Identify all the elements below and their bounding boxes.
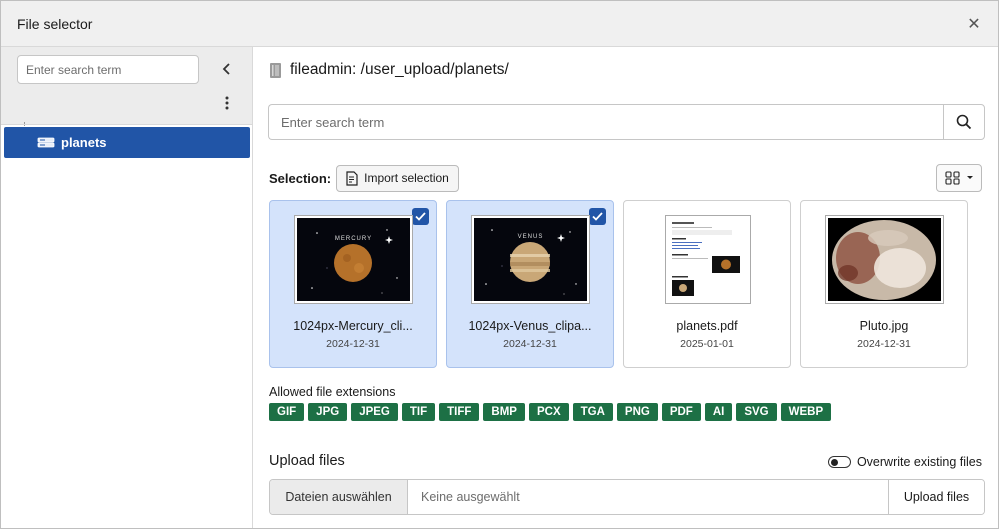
storage-icon [37, 137, 55, 147]
selection-toolbar: Selection: Import selection [269, 164, 982, 192]
current-path: fileadmin: /user_upload/planets/ [290, 61, 509, 78]
chevron-left-icon[interactable] [217, 59, 237, 79]
folder-tree: planets [1, 47, 253, 528]
caret-down-icon [966, 176, 973, 179]
thumb-caption: VENUS [517, 234, 544, 240]
file-date: 2024-12-31 [503, 338, 557, 350]
tree-item-label: planets [61, 135, 107, 150]
check-icon[interactable] [589, 208, 606, 225]
folder-icon [270, 62, 281, 78]
import-icon [346, 170, 358, 186]
tree-toolbar [1, 47, 252, 125]
file-thumbnail [665, 215, 751, 304]
file-name: 1024px-Mercury_cli... [293, 319, 413, 333]
file-name: planets.pdf [676, 319, 738, 333]
close-icon[interactable]: ✕ [966, 16, 982, 33]
upload-files-button[interactable]: Upload files [888, 480, 984, 514]
file-date: 2025-01-01 [680, 338, 734, 350]
file-browser: fileadmin: /user_upload/planets/ Selecti… [253, 47, 998, 528]
file-search-input[interactable] [268, 104, 943, 140]
extension-badge: AI [704, 403, 733, 421]
file-thumbnail [825, 215, 944, 304]
choose-files-button[interactable]: Dateien auswählen [270, 480, 408, 514]
search-icon [956, 114, 972, 130]
file-upload-field: Dateien auswählen Keine ausgewählt Uploa… [269, 479, 985, 515]
more-vertical-icon[interactable] [217, 92, 237, 114]
modal-body: planets fileadmin: /user_upload/planets/ [1, 47, 998, 528]
extension-badges: GIF JPG JPEG TIF TIFF BMP PCX TGA PNG PD… [269, 403, 832, 421]
allowed-extensions-label: Allowed file extensions [269, 385, 396, 399]
modal-title: File selector [17, 15, 93, 32]
file-name: Pluto.jpg [859, 319, 909, 333]
extension-badge: WEBP [780, 403, 832, 421]
file-card[interactable]: Pluto.jpg 2024-12-31 [800, 200, 968, 368]
overwrite-label: Overwrite existing files [856, 455, 982, 469]
breadcrumb: fileadmin: /user_upload/planets/ [269, 61, 509, 79]
extension-badge: TIF [401, 403, 436, 421]
selection-label: Selection: [269, 170, 332, 186]
file-card[interactable]: MERCURY 1024px-Mercury_cli... 2024-12-31 [269, 200, 437, 368]
file-thumbnail: VENUS [471, 215, 590, 304]
import-selection-button[interactable]: Import selection [336, 164, 459, 192]
extension-badge: JPEG [351, 403, 398, 421]
check-icon[interactable] [412, 208, 429, 225]
extension-badge: PDF [661, 403, 701, 421]
view-mode-dropdown[interactable] [936, 164, 982, 192]
file-card[interactable]: planets.pdf 2025-01-01 [623, 200, 791, 368]
extension-badge: PCX [528, 403, 569, 421]
extension-badge: JPG [308, 403, 348, 421]
file-name: 1024px-Venus_clipa... [468, 319, 592, 333]
search-button[interactable] [943, 104, 985, 140]
overwrite-toggle[interactable]: Overwrite existing files [827, 455, 982, 469]
file-thumbnail: MERCURY [294, 215, 413, 304]
modal-header: File selector ✕ [1, 1, 998, 47]
extension-badge: PNG [616, 403, 658, 421]
upload-title: Upload files [269, 453, 345, 469]
extension-badge: GIF [269, 403, 305, 421]
file-grid: MERCURY 1024px-Mercury_cli... 2024-12-31 [269, 200, 968, 368]
tree-search-input[interactable] [17, 55, 199, 84]
file-card[interactable]: VENUS 1024px-Venus_clipa... 2024-12-31 [446, 200, 614, 368]
file-date: 2024-12-31 [857, 338, 911, 350]
thumb-caption: MERCURY [334, 236, 373, 242]
extension-badge: TGA [572, 403, 613, 421]
file-status: Keine ausgewählt [421, 490, 520, 504]
grid-view-icon [944, 171, 960, 185]
extension-badge: TIFF [439, 403, 480, 421]
extension-badge: SVG [736, 403, 777, 421]
file-date: 2024-12-31 [326, 338, 380, 350]
toggle-switch[interactable] [827, 456, 851, 468]
tree-item-planets[interactable]: planets [4, 127, 250, 158]
import-selection-label: Import selection [364, 171, 449, 185]
file-search [268, 104, 985, 140]
file-selector-modal: File selector ✕ Enter search term planet… [0, 0, 999, 529]
extension-badge: BMP [483, 403, 525, 421]
